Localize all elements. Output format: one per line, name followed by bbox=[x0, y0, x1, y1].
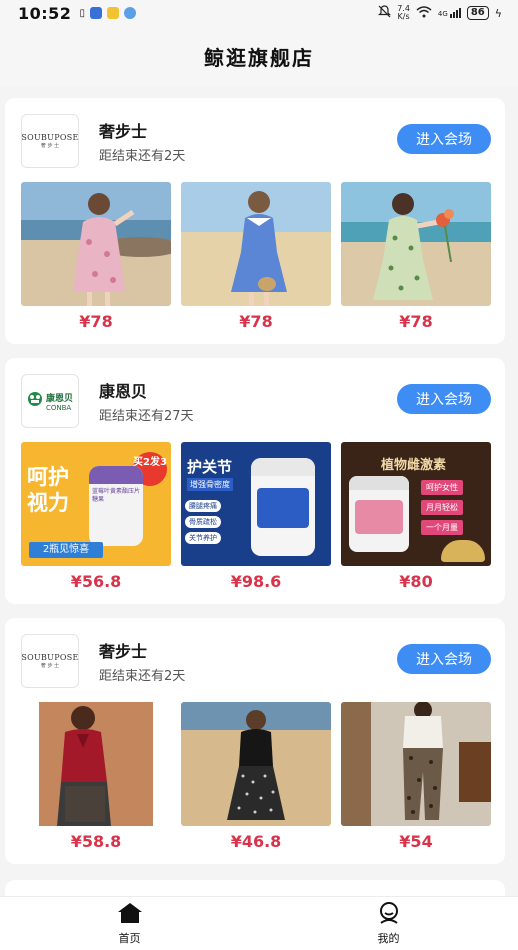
supplement-bottle: 蓝莓叶黄素酯压片糖果 bbox=[89, 466, 143, 546]
status-time: 10:52 bbox=[18, 3, 72, 23]
product-price: ¥58.8 bbox=[70, 832, 122, 851]
product-item[interactable]: 护关节 增强骨密度 腰腿疼痛 骨质疏松 关节养护 ¥98.6 bbox=[181, 442, 331, 592]
product-row: ¥58.8 ¥46.8 ¥54 bbox=[21, 702, 491, 852]
shop-logo[interactable]: 康恩贝 CONBA bbox=[21, 374, 79, 428]
product-item[interactable]: ¥78 bbox=[181, 182, 331, 332]
benefit-item: 骨质疏松 bbox=[185, 516, 221, 528]
tag-item: 月月轻松 bbox=[421, 500, 463, 515]
product-price: ¥54 bbox=[399, 832, 433, 851]
product-image-eye-care-supplement[interactable]: 呵护视力 买2发3 蓝莓叶黄素酯压片糖果 2瓶见惊喜 bbox=[21, 442, 171, 566]
shop-card: SOUBUPOSE 奢 步 士 奢步士 距结束还有2天 进入会场 bbox=[5, 618, 505, 864]
countdown-text: 距结束还有2天 bbox=[99, 149, 186, 164]
tab-profile[interactable]: 我的 bbox=[259, 897, 518, 950]
supplement-bottle bbox=[251, 458, 315, 556]
product-item[interactable]: ¥54 bbox=[341, 702, 491, 852]
tab-label: 首页 bbox=[118, 931, 141, 945]
shop-name[interactable]: 奢步士 bbox=[99, 118, 147, 142]
product-row: 呵护视力 买2发3 蓝莓叶黄素酯压片糖果 2瓶见惊喜 ¥56.8 护关节 增强骨… bbox=[21, 442, 491, 592]
cell-signal-icon: 4G bbox=[438, 8, 461, 18]
status-bar: 10:52 ▯ 7.4 K/s 4G 86 ϟ bbox=[0, 0, 518, 26]
shop-card: SOUBUPOSE 奢 步 士 奢步士 距结束还有2天 进入会场 bbox=[5, 98, 505, 344]
home-icon bbox=[117, 902, 143, 928]
conba-leaf-icon bbox=[27, 391, 43, 411]
benefit-item: 关节养护 bbox=[185, 532, 221, 544]
wifi-icon bbox=[416, 5, 432, 21]
tag-item: 呵护女性 bbox=[421, 480, 463, 495]
product-item[interactable]: ¥78 bbox=[21, 182, 171, 332]
mute-icon bbox=[378, 5, 392, 21]
product-image-leopard-pants[interactable] bbox=[341, 702, 491, 826]
shop-logo[interactable]: SOUBUPOSE 奢 步 士 bbox=[21, 634, 79, 688]
browser-app-icon bbox=[123, 7, 136, 19]
shop-card-header: SOUBUPOSE 奢 步 士 奢步士 距结束还有2天 进入会场 bbox=[21, 634, 491, 688]
product-promo-title: 植物雌激素 bbox=[381, 458, 447, 473]
product-price: ¥78 bbox=[239, 312, 273, 331]
shop-logo[interactable]: SOUBUPOSE 奢 步 士 bbox=[21, 114, 79, 168]
shop-card: 康恩贝 CONBA 康恩贝 距结束还有27天 进入会场 呵护视力 买2发3 蓝莓… bbox=[5, 358, 505, 604]
shop-name[interactable]: 康恩贝 bbox=[99, 378, 147, 402]
shop-card-header: 康恩贝 CONBA 康恩贝 距结束还有27天 进入会场 bbox=[21, 374, 491, 428]
notification-icons: ▯ bbox=[79, 7, 136, 19]
product-bottom-banner: 2瓶见惊喜 bbox=[29, 542, 103, 558]
product-image-red-blouse-outfit[interactable] bbox=[21, 702, 171, 826]
logo-text: 康恩贝 bbox=[45, 393, 73, 404]
benefit-list: 腰腿疼痛 骨质疏松 关节养护 bbox=[185, 500, 221, 544]
shop-card-header: SOUBUPOSE 奢 步 士 奢步士 距结束还有2天 进入会场 bbox=[21, 114, 491, 168]
product-item[interactable]: ¥46.8 bbox=[181, 702, 331, 852]
product-promo-subtitle: 增强骨密度 bbox=[187, 478, 233, 491]
enter-venue-button[interactable]: 进入会场 bbox=[397, 384, 491, 414]
shop-name[interactable]: 奢步士 bbox=[99, 638, 147, 662]
tag-item: 一个月量 bbox=[421, 520, 463, 535]
profile-icon bbox=[376, 901, 402, 928]
logo-subtext: 奢 步 士 bbox=[40, 663, 60, 669]
product-price: ¥78 bbox=[399, 312, 433, 331]
net-speed: 7.4 K/s bbox=[397, 4, 410, 21]
product-row: ¥78 ¥78 ¥78 bbox=[21, 182, 491, 332]
signal-app-icon: ▯ bbox=[79, 7, 85, 19]
tab-home[interactable]: 首页 bbox=[0, 897, 259, 950]
logo-subtext: CONBA bbox=[45, 403, 72, 412]
header: 鲸逛旗舰店 bbox=[0, 26, 518, 86]
product-image-dress-green-floral[interactable] bbox=[341, 182, 491, 306]
product-promo-title: 护关节 bbox=[187, 458, 233, 476]
product-image-black-top-skirt[interactable] bbox=[181, 702, 331, 826]
shield-app-icon bbox=[89, 7, 102, 19]
tag-list: 呵护女性 月月轻松 一个月量 bbox=[421, 480, 463, 535]
battery-indicator: 86 bbox=[466, 6, 489, 20]
product-price: ¥80 bbox=[399, 572, 433, 591]
product-item[interactable]: ¥78 bbox=[341, 182, 491, 332]
product-image-joint-care-supplement[interactable]: 护关节 增强骨密度 腰腿疼痛 骨质疏松 关节养护 bbox=[181, 442, 331, 566]
soybean-graphic bbox=[441, 540, 485, 562]
page-title: 鲸逛旗舰店 bbox=[204, 45, 314, 70]
countdown-text: 距结束还有2天 bbox=[99, 669, 186, 684]
wallet-app-icon bbox=[106, 7, 119, 19]
product-item[interactable]: ¥58.8 bbox=[21, 702, 171, 852]
supplement-bottle bbox=[349, 476, 409, 552]
charging-icon: ϟ bbox=[494, 6, 502, 20]
product-item[interactable]: 植物雌激素 呵护女性 月月轻松 一个月量 ¥80 bbox=[341, 442, 491, 592]
benefit-item: 腰腿疼痛 bbox=[185, 500, 221, 512]
product-image-plant-estrogen-supplement[interactable]: 植物雌激素 呵护女性 月月轻松 一个月量 bbox=[341, 442, 491, 566]
product-price: ¥78 bbox=[79, 312, 113, 331]
product-price: ¥56.8 bbox=[70, 572, 122, 591]
logo-text: SOUBUPOSE bbox=[21, 133, 79, 142]
product-promo-title: 呵护视力 bbox=[27, 465, 69, 515]
tab-label: 我的 bbox=[377, 931, 400, 945]
product-image-dress-beach-floral[interactable] bbox=[21, 182, 171, 306]
enter-venue-button[interactable]: 进入会场 bbox=[397, 124, 491, 154]
enter-venue-button[interactable]: 进入会场 bbox=[397, 644, 491, 674]
product-image-dress-blue-field[interactable] bbox=[181, 182, 331, 306]
logo-subtext: 奢 步 士 bbox=[40, 143, 60, 149]
bottom-tab-bar: 首页 我的 bbox=[0, 896, 518, 950]
product-price: ¥46.8 bbox=[230, 832, 282, 851]
logo-text: SOUBUPOSE bbox=[21, 653, 79, 662]
product-price: ¥98.6 bbox=[230, 572, 282, 591]
product-item[interactable]: 呵护视力 买2发3 蓝莓叶黄素酯压片糖果 2瓶见惊喜 ¥56.8 bbox=[21, 442, 171, 592]
bottle-label: 蓝莓叶黄素酯压片糖果 bbox=[92, 488, 141, 503]
countdown-text: 距结束还有27天 bbox=[99, 409, 194, 424]
